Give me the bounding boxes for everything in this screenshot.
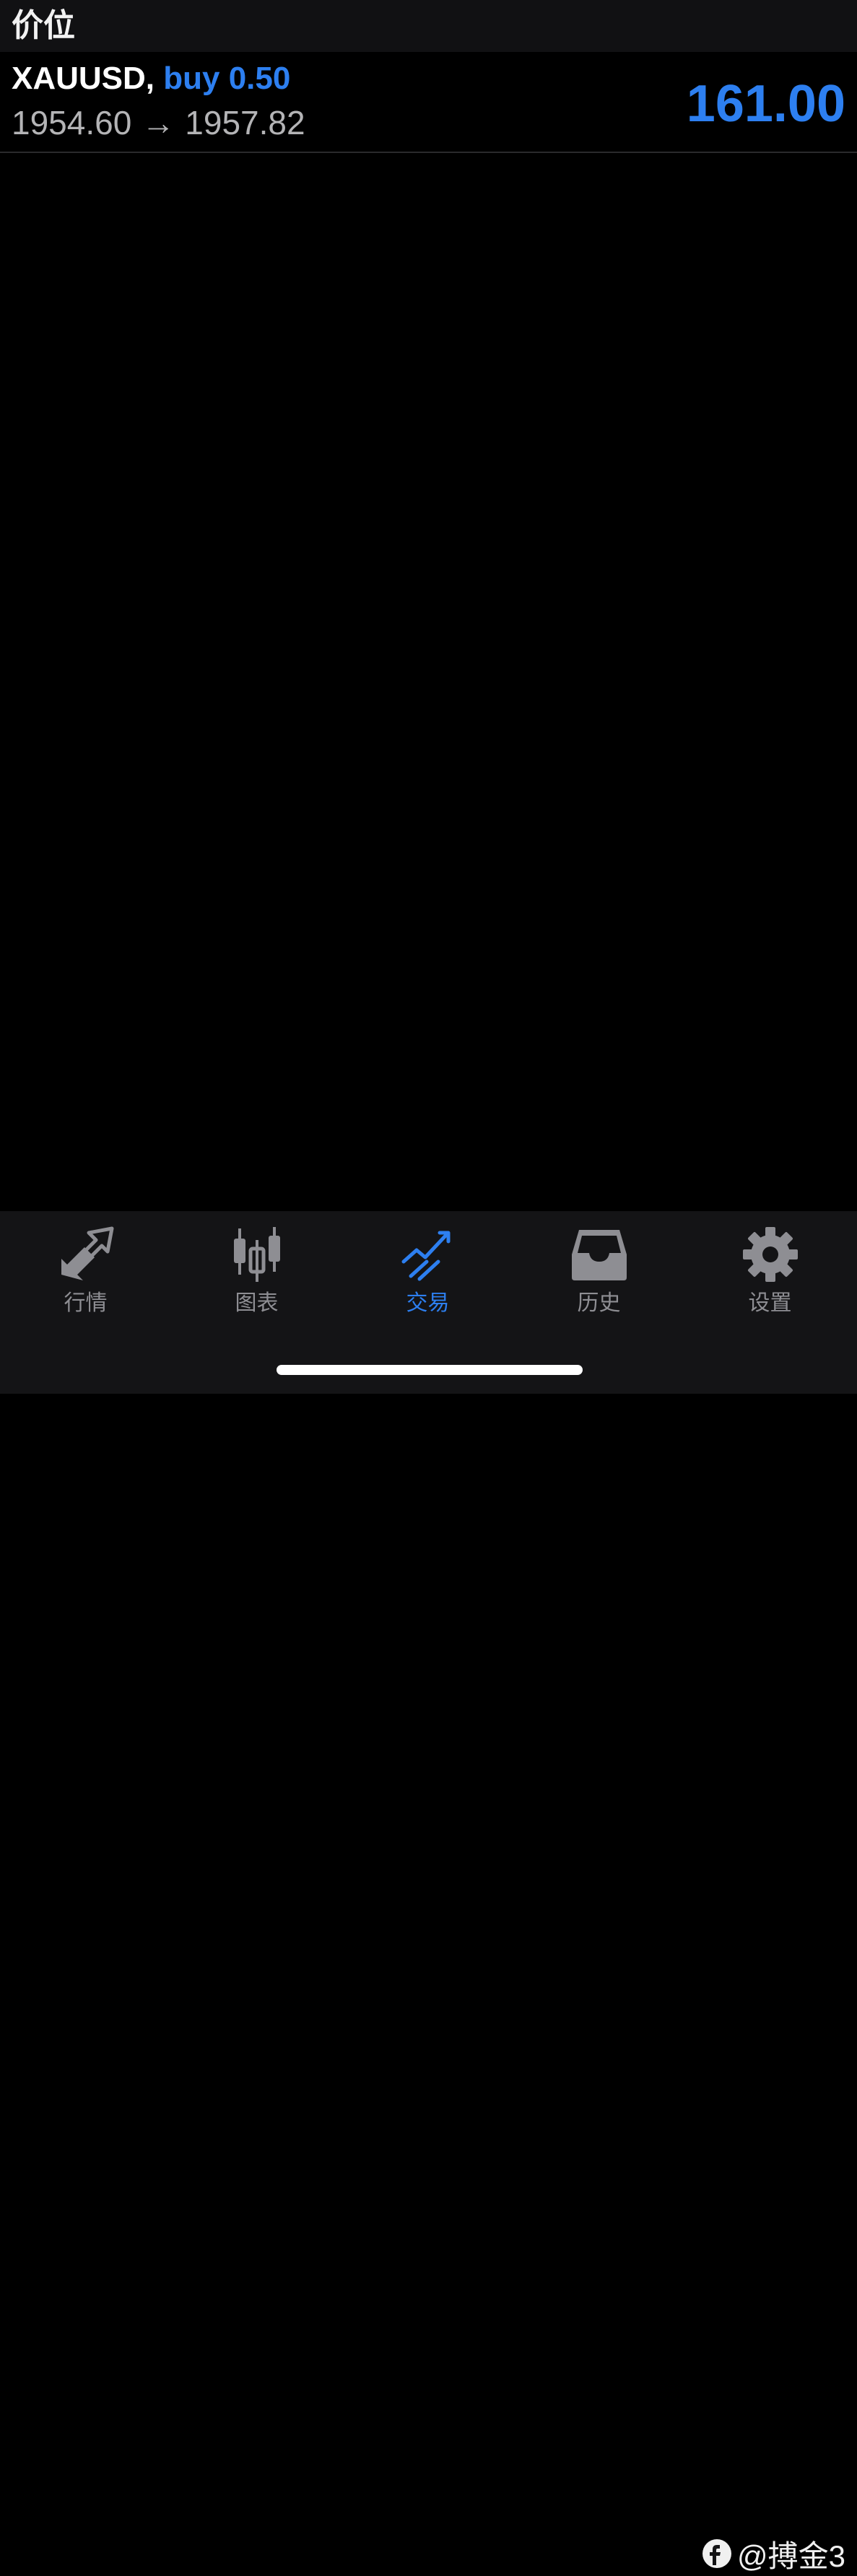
candlestick-chart-icon (233, 1227, 280, 1282)
tab-label: 行情 (64, 1291, 108, 1315)
trade-trend-icon (401, 1231, 450, 1281)
tab-bar: 行情 图表 交易 历史 设置 @搏金3 (0, 1211, 857, 2573)
tab-trade[interactable]: 交易 (342, 1226, 513, 1319)
platform-logo-icon (702, 2539, 731, 2568)
tab-charts[interactable]: 图表 (171, 1226, 342, 1319)
position-side-volume: buy 0.50 (163, 61, 291, 96)
position-row[interactable]: XAUUSD, buy 0.50 1954.60 → 1957.82 161.00 (0, 52, 857, 153)
gear-icon (742, 1227, 798, 1282)
tab-label: 设置 (748, 1291, 792, 1315)
position-price-line: 1954.60 → 1957.82 (12, 102, 305, 143)
current-price: 1957.82 (185, 104, 305, 141)
arrow-icon: → (142, 104, 175, 141)
tab-label: 图表 (235, 1291, 279, 1315)
tab-settings[interactable]: 设置 (684, 1226, 856, 1319)
open-price: 1954.60 (12, 104, 132, 141)
watermark: @搏金3 (701, 2536, 845, 2573)
tab-history[interactable]: 历史 (513, 1226, 684, 1319)
history-inbox-icon (571, 1230, 627, 1280)
page-title: 价位 (12, 8, 75, 43)
top-bar: 价位 (0, 0, 857, 52)
tab-label: 交易 (406, 1291, 450, 1315)
tab-quotes[interactable]: 行情 (0, 1226, 171, 1319)
tab-label: 历史 (577, 1291, 621, 1315)
quotes-arrows-icon (61, 1226, 113, 1280)
position-symbol: XAUUSD, (12, 61, 155, 96)
home-indicator (277, 1365, 583, 1375)
position-symbol-line: XAUUSD, buy 0.50 (12, 59, 290, 98)
watermark-text: @搏金3 (737, 2538, 845, 2573)
position-profit: 161.00 (686, 75, 845, 133)
